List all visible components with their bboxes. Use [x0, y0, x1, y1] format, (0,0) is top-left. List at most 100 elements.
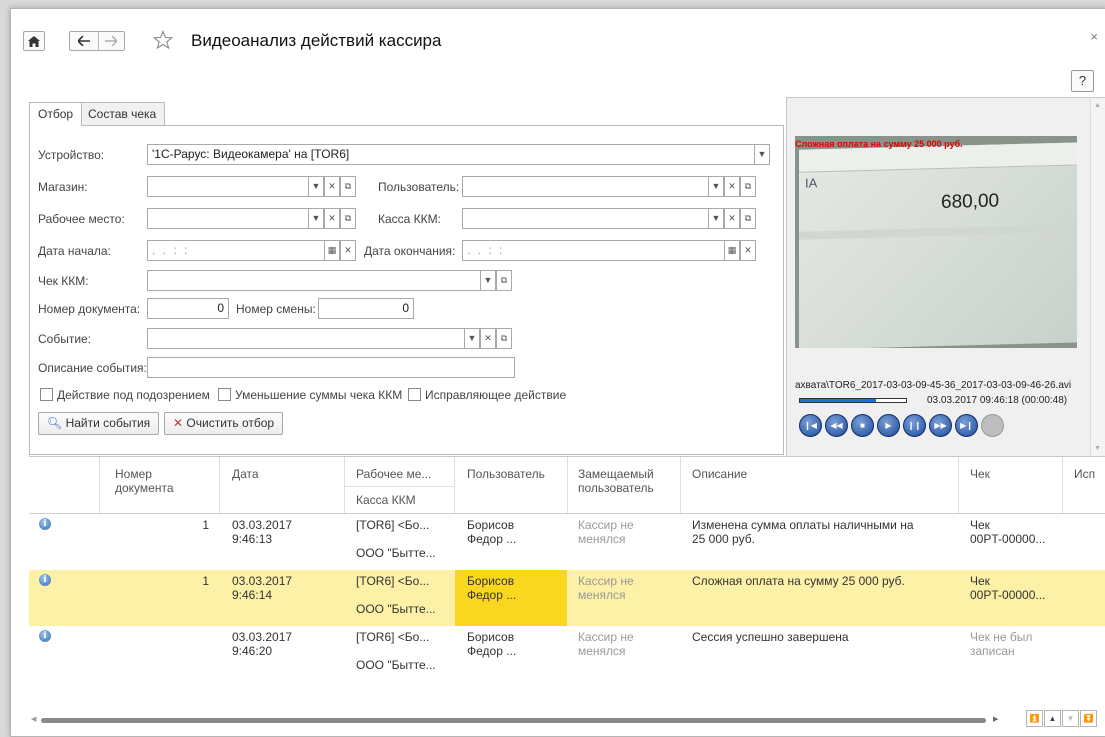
- cell-replaced-user: Кассир не: [578, 630, 634, 644]
- video-progress-track[interactable]: [799, 398, 907, 403]
- register-open-button[interactable]: ⧉: [740, 208, 756, 229]
- doc-number-field[interactable]: 0: [147, 298, 229, 319]
- register-clear-button[interactable]: ✕: [724, 208, 740, 229]
- register-dropdown-button[interactable]: ▼: [708, 208, 724, 229]
- register-field[interactable]: [462, 208, 709, 229]
- favorite-star-button[interactable]: [152, 30, 174, 53]
- store-clear-button[interactable]: ✕: [324, 176, 340, 197]
- table-row[interactable]: i 03.03.2017 9:46:20 [TOR6] <Бо... ООО "…: [29, 626, 1105, 682]
- scroll-bottom-icon: ⏬: [1083, 714, 1094, 723]
- store-dropdown-button[interactable]: ▼: [308, 176, 324, 197]
- scroll-right-icon[interactable]: ▶: [993, 715, 998, 723]
- device-field[interactable]: '1С-Рарус: Видеокамера' на [TOR6]: [147, 144, 755, 165]
- user-clear-button[interactable]: ✕: [724, 176, 740, 197]
- workplace-open-button[interactable]: ⧉: [340, 208, 356, 229]
- suspicious-action-checkbox[interactable]: Действие под подозрением: [40, 388, 210, 402]
- rewind-button[interactable]: ◀◀: [825, 414, 848, 437]
- event-label: Событие:: [38, 332, 92, 346]
- store-open-button[interactable]: ⧉: [340, 176, 356, 197]
- date-end-field[interactable]: . . : :: [462, 240, 725, 261]
- screen-letters: IA: [805, 175, 818, 191]
- device-label: Устройство:: [38, 148, 105, 162]
- receipt-open-button[interactable]: ⧉: [496, 270, 512, 291]
- table-row-selected[interactable]: i 1 03.03.2017 9:46:14 [TOR6] <Бо... ООО…: [29, 570, 1105, 626]
- header-user[interactable]: Пользователь: [467, 467, 545, 481]
- header-receipt[interactable]: Чек: [970, 467, 990, 481]
- clear-icon: ✕: [344, 245, 352, 255]
- register-label: Касса ККМ:: [378, 212, 441, 226]
- receipt-dropdown-button[interactable]: ▼: [480, 270, 496, 291]
- date-end-clear-button[interactable]: ✕: [740, 240, 756, 261]
- video-panel: IA 680,00 Сложная оплата на сумму 25 000…: [786, 97, 1105, 457]
- open-window-icon: ⧉: [744, 213, 752, 223]
- forward-button-video[interactable]: ▶▶: [929, 414, 952, 437]
- help-button[interactable]: ?: [1071, 70, 1094, 92]
- header-doc-number[interactable]: Номер документа: [115, 467, 211, 495]
- close-button[interactable]: ×: [1090, 29, 1098, 44]
- find-events-button[interactable]: 🔍︎ Найти события: [38, 412, 160, 435]
- stop-button[interactable]: ■: [851, 414, 874, 437]
- cell-date: 03.03.2017: [232, 518, 293, 532]
- event-open-button[interactable]: ⧉: [496, 328, 512, 349]
- user-open-button[interactable]: ⧉: [740, 176, 756, 197]
- event-field[interactable]: [147, 328, 465, 349]
- forward-button[interactable]: [98, 32, 124, 50]
- scroll-top-button[interactable]: ⏫: [1026, 710, 1043, 727]
- cell-workplace: [TOR6] <Бо...: [356, 518, 430, 532]
- header-extra[interactable]: Исп: [1074, 467, 1095, 481]
- user-dropdown-button[interactable]: ▼: [708, 176, 724, 197]
- event-clear-button[interactable]: ✕: [480, 328, 496, 349]
- shift-number-field[interactable]: 0: [318, 298, 414, 319]
- cell-register: ООО "Бытте...: [356, 658, 436, 672]
- reduce-amount-checkbox[interactable]: Уменьшение суммы чека ККМ: [218, 388, 402, 402]
- user-field[interactable]: [462, 176, 709, 197]
- chevron-down-icon: ▼: [311, 213, 321, 223]
- video-scrollbar[interactable]: ▲ ▼: [1090, 98, 1105, 456]
- pause-button[interactable]: ❙❙: [903, 414, 926, 437]
- header-register[interactable]: Касса ККМ: [356, 493, 416, 507]
- open-window-icon: ⧉: [744, 181, 752, 191]
- checkbox-label: Уменьшение суммы чека ККМ: [235, 388, 403, 402]
- event-description-field[interactable]: [147, 357, 515, 378]
- correcting-action-checkbox[interactable]: Исправляющее действие: [408, 388, 566, 402]
- header-workplace[interactable]: Рабочее ме...: [356, 467, 431, 481]
- store-field[interactable]: [147, 176, 309, 197]
- home-button[interactable]: [23, 31, 45, 51]
- workplace-field[interactable]: [147, 208, 309, 229]
- date-start-clear-button[interactable]: ✕: [340, 240, 356, 261]
- receipt-field[interactable]: [147, 270, 481, 291]
- tab-receipt-contents[interactable]: Состав чека: [79, 102, 166, 125]
- scroll-up-button[interactable]: ▲: [1044, 710, 1061, 727]
- tab-filter[interactable]: Отбор: [29, 102, 83, 126]
- workplace-clear-button[interactable]: ✕: [324, 208, 340, 229]
- date-start-calendar-button[interactable]: ▦: [324, 240, 340, 261]
- checkbox-box[interactable]: [40, 388, 53, 401]
- open-window-icon: ⧉: [500, 275, 508, 285]
- back-button[interactable]: [70, 32, 99, 50]
- date-end-calendar-button[interactable]: ▦: [724, 240, 740, 261]
- checkbox-box[interactable]: [408, 388, 421, 401]
- header-replaced-user[interactable]: Замещаемый пользователь: [578, 467, 668, 495]
- scroll-bottom-button[interactable]: ⏬: [1080, 710, 1097, 727]
- device-dropdown-button[interactable]: ▼: [754, 144, 770, 165]
- cell-workplace: [TOR6] <Бо...: [356, 574, 430, 588]
- horizontal-scrollbar-thumb[interactable]: [41, 718, 986, 723]
- scroll-down-button[interactable]: ▼: [1062, 710, 1079, 727]
- header-description[interactable]: Описание: [692, 467, 747, 481]
- cell-description-2: 25 000 руб.: [692, 532, 755, 546]
- workplace-dropdown-button[interactable]: ▼: [308, 208, 324, 229]
- prev-button[interactable]: ❙◀: [799, 414, 822, 437]
- clear-filter-button[interactable]: ✕ Очистить отбор: [164, 412, 284, 435]
- scroll-down-icon: ▼: [1066, 714, 1075, 723]
- scroll-left-icon[interactable]: ◀: [31, 715, 36, 723]
- clear-icon: ✕: [728, 181, 736, 191]
- checkbox-box[interactable]: [218, 388, 231, 401]
- play-button[interactable]: ▶: [877, 414, 900, 437]
- table-row[interactable]: i 1 03.03.2017 9:46:13 [TOR6] <Бо... ООО…: [29, 514, 1105, 570]
- date-start-field[interactable]: . . : :: [147, 240, 325, 261]
- record-button[interactable]: [981, 414, 1004, 437]
- next-button[interactable]: ▶❙: [955, 414, 978, 437]
- header-date[interactable]: Дата: [232, 467, 259, 481]
- forward-icon: ▶▶: [934, 421, 947, 430]
- event-dropdown-button[interactable]: ▼: [464, 328, 480, 349]
